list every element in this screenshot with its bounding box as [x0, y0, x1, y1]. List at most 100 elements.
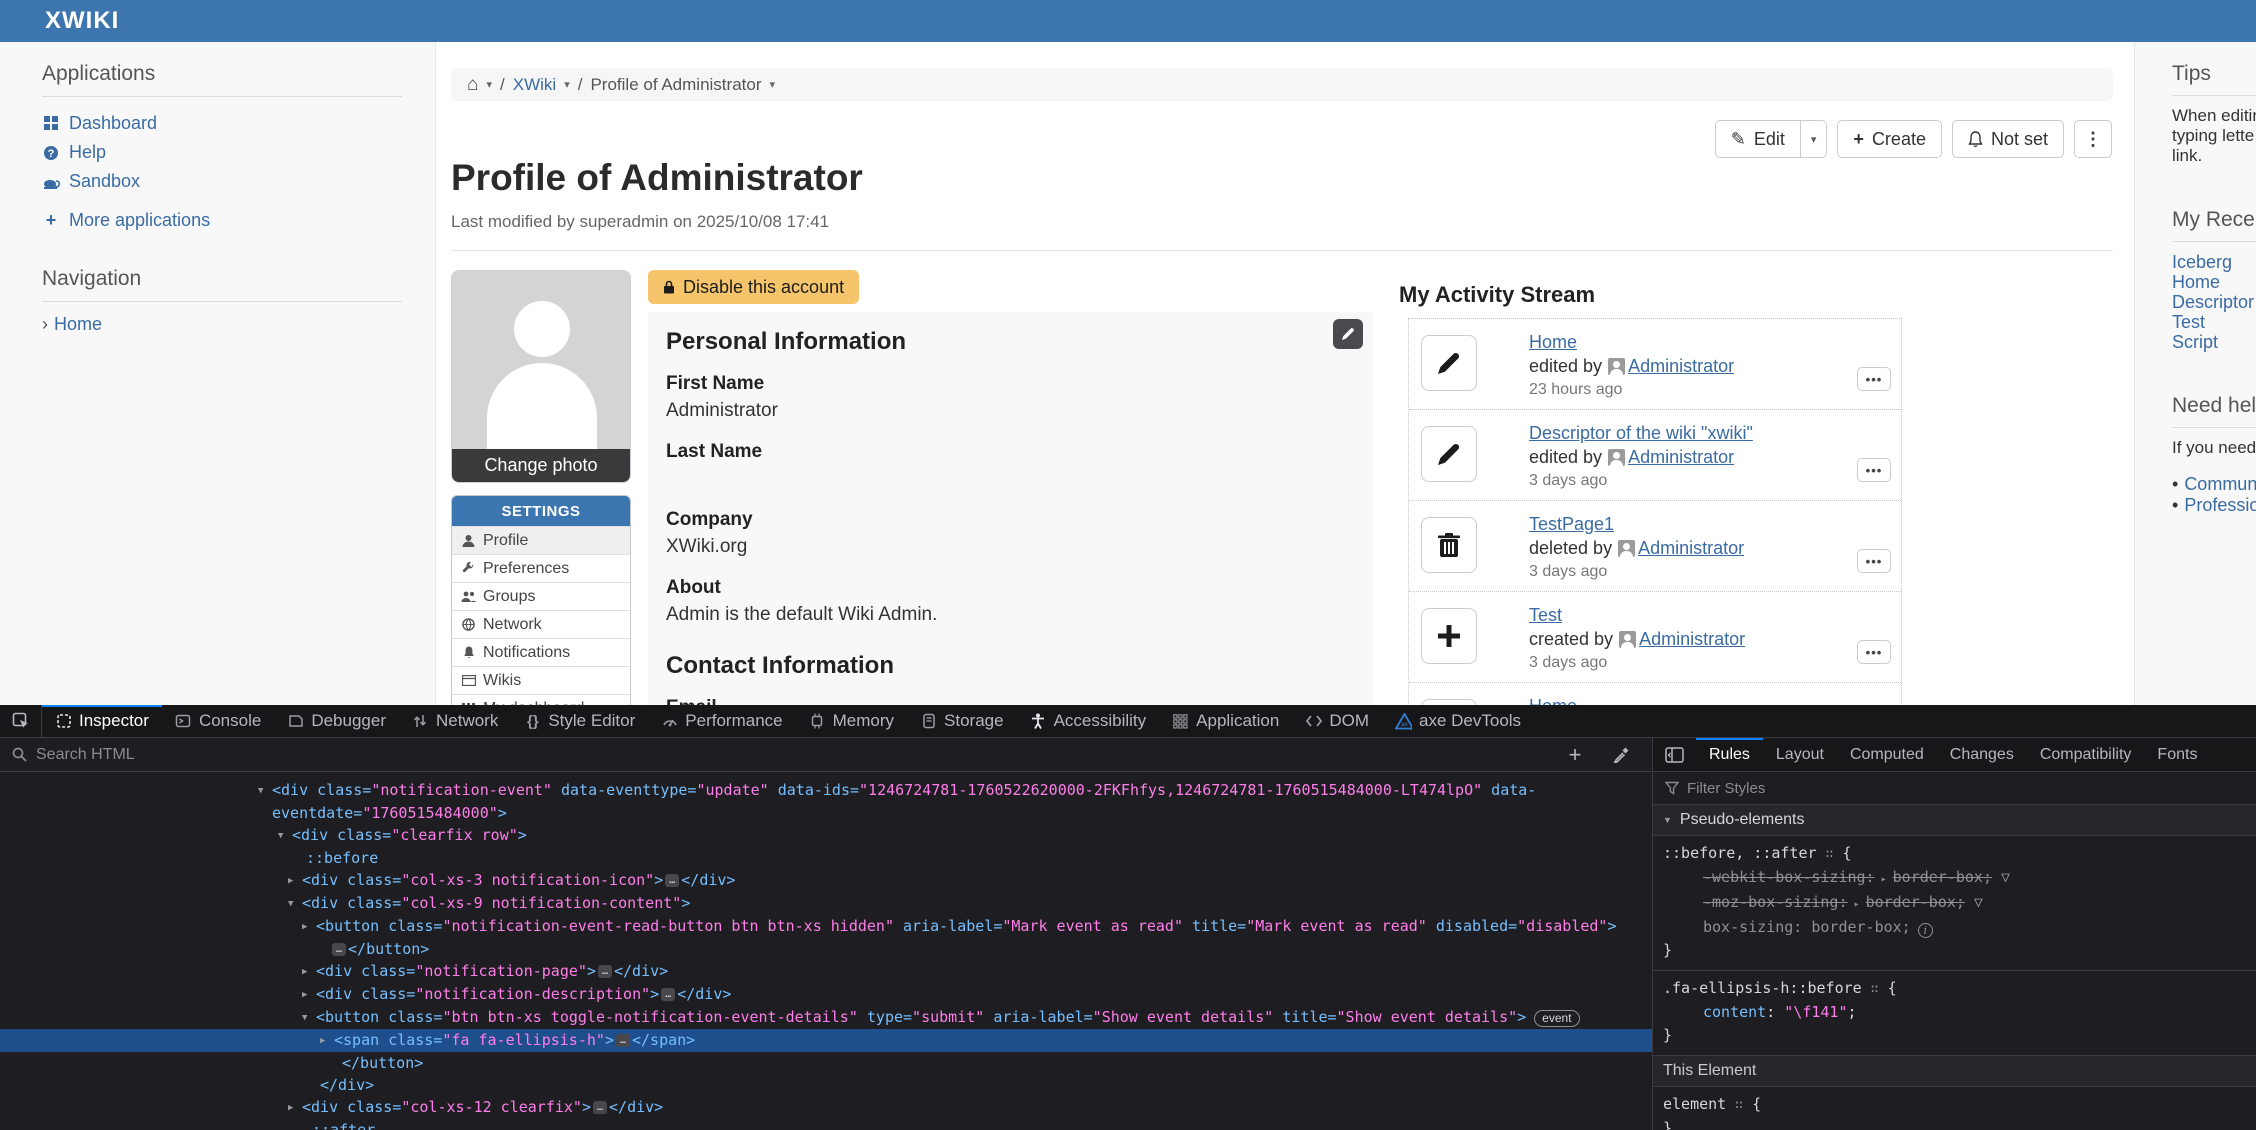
markup-line[interactable]: ▶<div class="notification-description">…… [0, 983, 1652, 1006]
markup-line[interactable]: ▶<span class="fa fa-ellipsis-h">…</span> [0, 1029, 1652, 1052]
change-photo-button[interactable]: Change photo [452, 449, 630, 482]
rule-line[interactable]: ::before, ::after ∷ { [1663, 842, 2256, 866]
settings-item-wikis[interactable]: Wikis [452, 666, 630, 694]
markup-line[interactable]: ▶<div class="col-xs-3 notification-icon"… [0, 869, 1652, 892]
tree-chevron-icon[interactable]: › [42, 314, 48, 335]
activity-more-button[interactable]: ••• [1857, 549, 1891, 573]
more-applications-link[interactable]: +More applications [42, 210, 402, 231]
devtools-tab-performance[interactable]: Performance [648, 705, 795, 737]
markup-line[interactable]: …</button> [0, 938, 1652, 960]
breadcrumb-wiki-link[interactable]: XWiki [513, 75, 556, 95]
activity-user-link[interactable]: Administrator [1638, 538, 1744, 559]
sidebar-tab-computed[interactable]: Computed [1837, 738, 1937, 771]
plus-icon[interactable] [1421, 608, 1477, 664]
inline-ellipsis-icon[interactable]: … [616, 1034, 630, 1047]
sidebar-tab-compatibility[interactable]: Compatibility [2027, 738, 2145, 771]
sidebar-tab-rules[interactable]: Rules [1696, 738, 1763, 771]
settings-item-profile[interactable]: Profile [452, 526, 630, 554]
activity-page-link[interactable]: Descriptor of the wiki "xwiki" [1529, 423, 1753, 443]
devtools-tab-style-editor[interactable]: {}Style Editor [511, 705, 648, 737]
edit-dropdown-button[interactable]: ▾ [1801, 120, 1828, 158]
activity-more-button[interactable]: ••• [1857, 367, 1891, 391]
breadcrumb-page-caret-icon[interactable]: ▾ [769, 78, 775, 91]
add-node-icon[interactable]: + [1558, 738, 1592, 772]
devtools-tab-storage[interactable]: Storage [907, 705, 1017, 737]
devtools-tab-network[interactable]: Network [399, 705, 511, 737]
rule-line[interactable]: -webkit-box-sizing: ▸ border-box; ▽ [1663, 866, 2256, 891]
sidebar-item-sandbox[interactable]: Sandbox [42, 167, 402, 196]
rule-line[interactable]: } [1663, 1117, 2256, 1130]
info-icon[interactable]: i [1918, 923, 1933, 938]
pencil-icon[interactable] [1421, 426, 1477, 482]
twisty-expanded-icon[interactable]: ▼ [258, 780, 272, 802]
settings-item-notifications[interactable]: Notifications [452, 638, 630, 666]
sidebar-tab-changes[interactable]: Changes [1937, 738, 2027, 771]
devtools-tab-console[interactable]: Console [162, 705, 274, 737]
inline-ellipsis-icon[interactable]: … [665, 874, 679, 887]
settings-item-preferences[interactable]: Preferences [452, 554, 630, 582]
activity-user-link[interactable]: Administrator [1628, 447, 1734, 468]
inline-ellipsis-icon[interactable]: … [593, 1101, 607, 1114]
rule-line[interactable]: element ∷ { [1663, 1093, 2256, 1117]
activity-user-link[interactable]: Administrator [1639, 629, 1745, 650]
nav-tree-home-link[interactable]: ›Home [42, 314, 402, 335]
recent-link[interactable]: Descriptor o [2172, 292, 2256, 312]
help-link[interactable]: Communit [2184, 474, 2256, 494]
markup-line[interactable]: ::before [0, 847, 1652, 869]
rule-line[interactable]: content: "\f141"; [1663, 1001, 2256, 1024]
activity-page-link[interactable]: TestPage1 [1529, 514, 1614, 534]
filter-styles-input[interactable] [1687, 780, 2087, 797]
recent-link[interactable]: Iceberg [2172, 252, 2256, 272]
devtools-tab-dom[interactable]: DOM [1292, 705, 1382, 737]
twisty-collapsed-icon[interactable]: ▶ [302, 961, 316, 983]
xwiki-logo[interactable]: XWIKI [44, 7, 119, 35]
pseudo-elements-header[interactable]: ▼Pseudo-elements [1653, 805, 2256, 836]
twisty-collapsed-icon[interactable]: ▶ [288, 1097, 302, 1119]
funnel-icon[interactable]: ▽ [1992, 868, 2010, 886]
inline-ellipsis-icon[interactable]: … [332, 943, 346, 956]
markup-line[interactable]: </div> [0, 1074, 1652, 1096]
devtools-tab-axe[interactable]: axaxe DevTools [1382, 705, 1534, 737]
devtools-tab-accessibility[interactable]: Accessibility [1017, 705, 1160, 737]
recent-link[interactable]: Test [2172, 312, 2256, 332]
activity-page-link[interactable]: Home [1529, 696, 1577, 705]
markup-line[interactable]: ▶<button class="notification-event-read-… [0, 915, 1652, 938]
twisty-collapsed-icon[interactable]: ▶ [302, 984, 316, 1006]
rule-line[interactable]: } [1663, 1024, 2256, 1047]
activity-more-button[interactable]: ••• [1857, 458, 1891, 482]
rule-line[interactable]: .fa-ellipsis-h::before ∷ { [1663, 977, 2256, 1001]
sidebar-item-dashboard[interactable]: Dashboard [42, 109, 402, 138]
recent-link[interactable]: Home [2172, 272, 2256, 292]
sidebar-item-help[interactable]: ?Help [42, 138, 402, 167]
twisty-expanded-icon[interactable]: ▼ [288, 893, 302, 915]
sidebar-toggle-icon[interactable] [1653, 738, 1696, 771]
watch-button[interactable]: Not set [1952, 120, 2064, 158]
create-button[interactable]: +Create [1837, 120, 1942, 158]
eyedropper-icon[interactable] [1604, 738, 1638, 772]
activity-user-link[interactable]: Administrator [1628, 356, 1734, 377]
twisty-collapsed-icon[interactable]: ▶ [288, 870, 302, 892]
devtools-tab-inspector[interactable]: Inspector [42, 705, 162, 737]
activity-page-link[interactable]: Test [1529, 605, 1562, 625]
devtools-tab-debugger[interactable]: Debugger [274, 705, 399, 737]
more-actions-button[interactable]: ⋮ [2074, 120, 2112, 158]
rule-line[interactable]: -moz-box-sizing: ▸ border-box; ▽ [1663, 891, 2256, 916]
activity-page-link[interactable]: Home [1529, 332, 1577, 352]
markup-line[interactable]: ::after [0, 1119, 1652, 1130]
element-picker-icon[interactable] [0, 705, 42, 737]
inline-ellipsis-icon[interactable]: … [661, 988, 675, 1001]
settings-item-network[interactable]: Network [452, 610, 630, 638]
search-html-input[interactable] [36, 746, 1336, 764]
twisty-collapsed-icon[interactable]: ▶ [320, 1030, 334, 1052]
markup-line[interactable]: </button> [0, 1052, 1652, 1074]
markup-line[interactable]: ▶<div class="col-xs-12 clearfix">…</div> [0, 1096, 1652, 1119]
edit-section-button[interactable] [1333, 319, 1363, 349]
twisty-collapsed-icon[interactable]: ▶ [302, 916, 316, 938]
devtools-tab-application[interactable]: Application [1159, 705, 1292, 737]
funnel-icon[interactable]: ▽ [1965, 893, 1983, 911]
markup-line[interactable]: ▶<div class="notification-page">…</div> [0, 960, 1652, 983]
breadcrumb-wiki-caret-icon[interactable]: ▾ [564, 78, 570, 91]
settings-item-my-dashboard[interactable]: My dashboard [452, 694, 630, 705]
twisty-expanded-icon[interactable]: ▼ [302, 1007, 316, 1029]
devtools-tab-memory[interactable]: Memory [796, 705, 907, 737]
